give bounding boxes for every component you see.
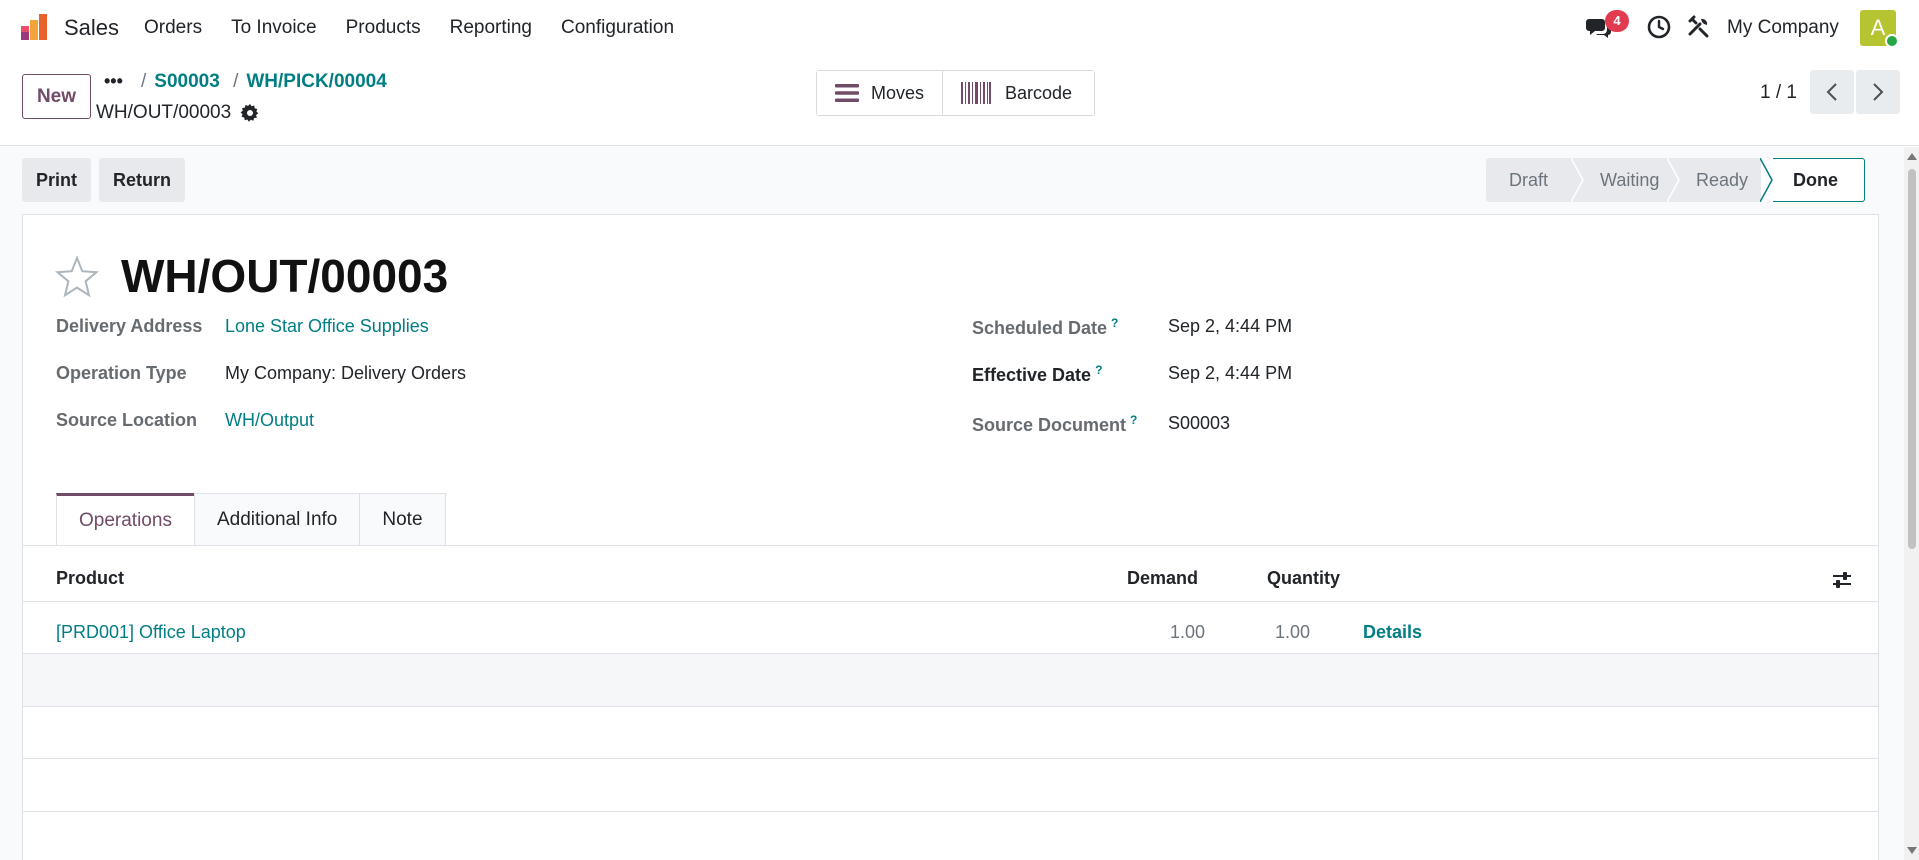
menu-item-configuration[interactable]: Configuration (561, 17, 674, 39)
status-waiting[interactable]: Waiting (1572, 158, 1680, 202)
status-draft-label: Draft (1509, 169, 1549, 190)
stage-arrow-active (1760, 158, 1773, 202)
barcode-button[interactable]: Barcode (942, 71, 1095, 115)
status-ready-label: Ready (1696, 169, 1749, 190)
delivery-address-value[interactable]: Lone Star Office Supplies (225, 316, 429, 337)
source-document-label: Source Document? (972, 413, 1137, 436)
moves-button-label: Moves (871, 82, 925, 103)
pager-next-button[interactable] (1856, 70, 1900, 114)
tabs-divider (23, 545, 1878, 546)
help-tooltip-icon[interactable]: ? (1111, 316, 1118, 330)
status-waiting-label: Waiting (1600, 169, 1660, 190)
optional-columns-icon[interactable] (1831, 569, 1853, 591)
online-status-dot (1885, 34, 1899, 48)
effective-date-label: Effective Date? (972, 363, 1102, 386)
form-sheet: WH/OUT/00003 Delivery Address Lone Star … (22, 214, 1879, 860)
breadcrumb: / S00003 / WH/PICK/00004 (137, 71, 387, 93)
menu-item-to-invoice[interactable]: To Invoice (231, 17, 317, 39)
status-ready[interactable]: Ready (1668, 158, 1761, 202)
breadcrumb-picking[interactable]: WH/PICK/00004 (246, 71, 386, 92)
demand-cell: 1.00 (1170, 622, 1206, 642)
control-panel: New ••• / S00003 / WH/PICK/00004 WH/OUT/00… (0, 56, 1919, 146)
breadcrumb-more-button[interactable]: ••• (104, 71, 123, 92)
empty-row (23, 654, 1878, 706)
operation-type-value[interactable]: My Company: Delivery Orders (225, 363, 466, 384)
record-title: WH/OUT/00003 (121, 250, 449, 302)
product-cell[interactable]: [PRD001] Office Laptop (56, 622, 246, 643)
stage-arrow (1667, 158, 1680, 202)
effective-date-label-text: Effective Date (972, 365, 1092, 385)
table-header-divider (23, 601, 1878, 602)
sales-app-logo-icon[interactable] (20, 12, 50, 42)
source-location-value[interactable]: WH/Output (225, 410, 314, 431)
scroll-down-arrow-icon[interactable] (1907, 847, 1917, 854)
scheduled-date-value[interactable]: Sep 2, 4:44 PM (1168, 316, 1292, 337)
effective-date-value: Sep 2, 4:44 PM (1168, 363, 1293, 383)
help-tooltip-icon[interactable]: ? (1095, 363, 1102, 377)
stage-arrow (1571, 158, 1584, 202)
status-draft[interactable]: Draft (1486, 158, 1584, 202)
column-header-product[interactable]: Product (56, 568, 124, 589)
record-name: WH/OUT/00003 (96, 102, 232, 123)
new-button[interactable]: New (22, 74, 91, 119)
menu-item-products[interactable]: Products (346, 17, 421, 39)
star-icon[interactable] (55, 255, 99, 299)
pager-value[interactable]: 1 / 1 (1760, 82, 1797, 104)
menu-item-reporting[interactable]: Reporting (450, 17, 532, 39)
scheduled-date-label: Scheduled Date? (972, 316, 1118, 339)
moves-button[interactable]: Moves (817, 71, 943, 115)
chevron-right-icon (1873, 83, 1884, 101)
vertical-scrollbar[interactable] (1904, 147, 1919, 860)
breadcrumb-sale-order[interactable]: S00003 (154, 71, 220, 92)
row-divider (23, 706, 1878, 707)
menu-item-orders[interactable]: Orders (144, 17, 202, 39)
scrollbar-thumb[interactable] (1908, 169, 1916, 549)
print-button[interactable]: Print (22, 158, 92, 202)
status-bar: Draft Waiting Ready Done (1486, 158, 1865, 202)
app-name[interactable]: Sales (64, 15, 119, 41)
breadcrumb-separator: / (141, 71, 147, 92)
return-button[interactable]: Return (99, 158, 185, 202)
form-view: Print Return Draft Waiting Ready Done WH… (0, 147, 1904, 860)
source-document-value[interactable]: S00003 (1168, 413, 1230, 434)
details-button[interactable]: Details (1363, 622, 1422, 643)
help-tooltip-icon[interactable]: ? (1130, 413, 1137, 427)
operation-type-label: Operation Type (56, 363, 187, 383)
column-header-demand[interactable]: Demand (1127, 568, 1198, 589)
empty-row (23, 759, 1878, 811)
source-document-label-text: Source Document (972, 415, 1127, 435)
breadcrumb-separator: / (233, 71, 239, 92)
status-done-label: Done (1793, 169, 1838, 190)
notebook-tabs: Operations Additional Info Note (56, 493, 446, 546)
source-location-label: Source Location (56, 410, 198, 430)
main-menu: Orders To Invoice Products Reporting Con… (144, 17, 703, 39)
chevron-left-icon (1826, 83, 1837, 101)
tab-operations[interactable]: Operations (56, 493, 195, 546)
tools-icon[interactable] (1687, 15, 1711, 39)
notification-badge: 4 (1605, 10, 1629, 32)
scheduled-date-label-text: Scheduled Date (972, 318, 1108, 338)
top-navbar: Sales Orders To Invoice Products Reporti… (0, 0, 1919, 56)
tab-note[interactable]: Note (359, 493, 446, 546)
scroll-up-arrow-icon[interactable] (1907, 153, 1917, 160)
pager-previous-button[interactable] (1810, 70, 1854, 114)
status-done[interactable]: Done (1760, 158, 1865, 202)
company-switcher[interactable]: My Company (1727, 17, 1839, 39)
quantity-cell[interactable]: 1.00 (1275, 622, 1310, 643)
barcode-icon (961, 82, 992, 104)
column-header-quantity[interactable]: Quantity (1267, 568, 1340, 589)
smart-buttons: Moves Barcode (816, 70, 1096, 116)
clock-icon[interactable] (1647, 15, 1671, 39)
list-icon (835, 84, 859, 102)
row-divider (23, 811, 1878, 812)
barcode-button-label: Barcode (1005, 82, 1073, 103)
delivery-address-label: Delivery Address (56, 316, 203, 336)
tab-additional-info[interactable]: Additional Info (193, 493, 361, 546)
gear-icon[interactable] (240, 103, 260, 123)
